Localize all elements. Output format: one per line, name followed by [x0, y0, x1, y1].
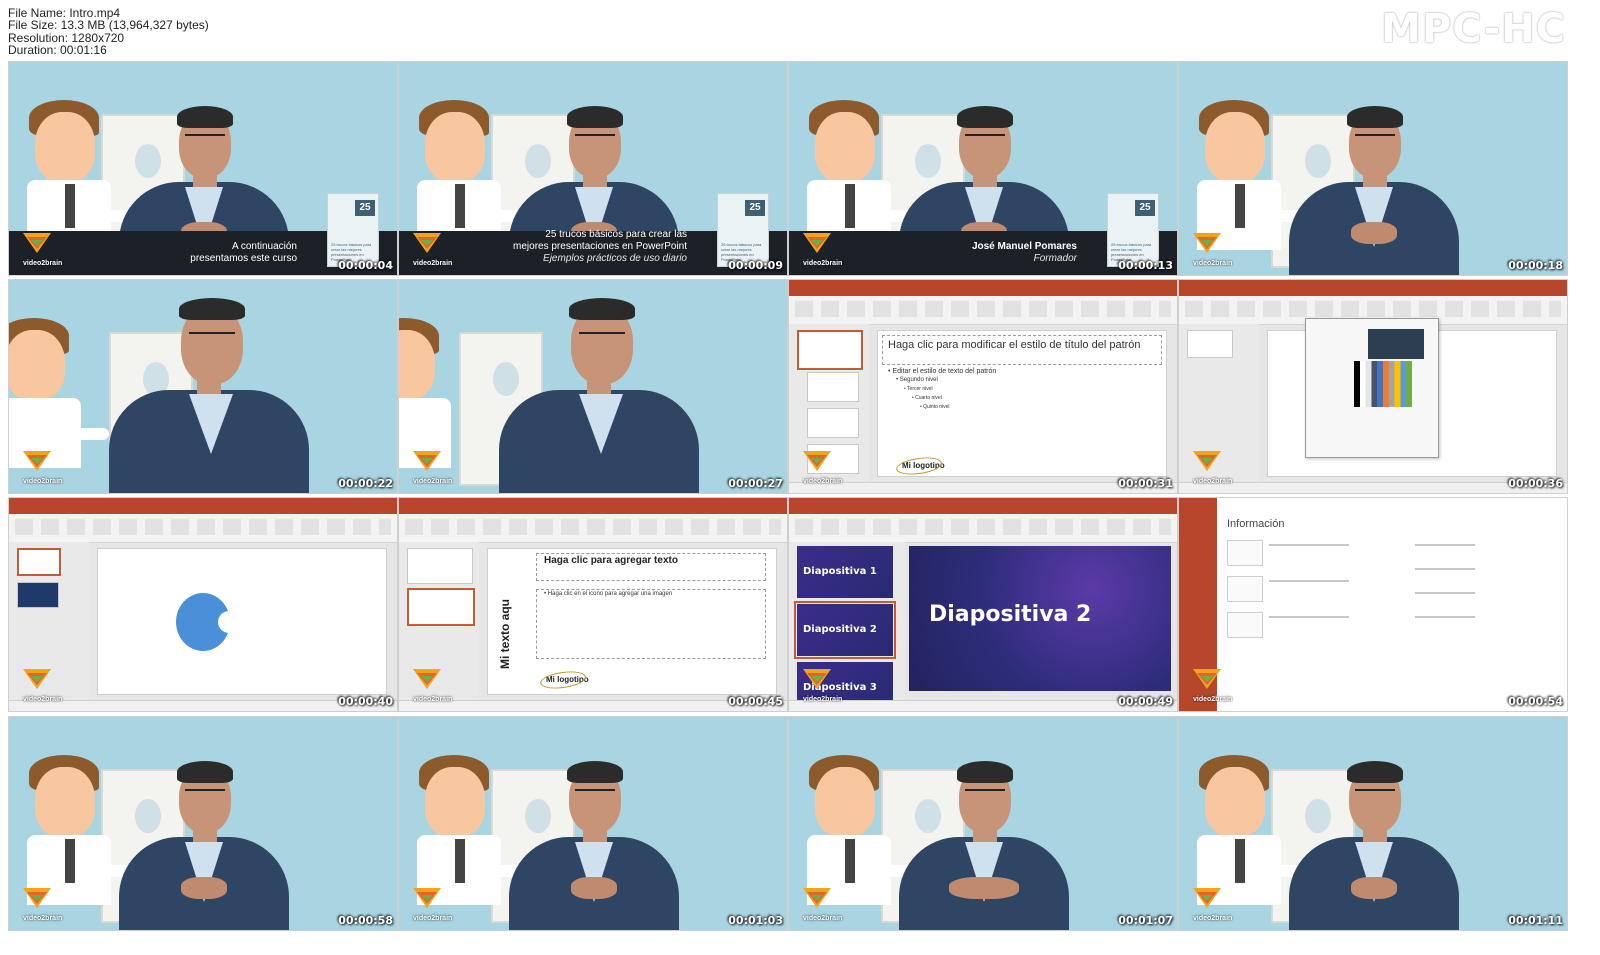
title-placeholder[interactable]: Haga clic para agregar texto [544, 555, 678, 566]
caption: 25 trucos básicos para crear las mejores … [513, 229, 687, 264]
logo-placeholder: Mi logotipo [546, 675, 589, 684]
timestamp: 00:00:09 [728, 259, 783, 272]
timestamp: 00:00:27 [728, 477, 783, 490]
video2brain-logo-icon: video2brain [21, 886, 62, 922]
video2brain-logo-icon: video2brain [801, 231, 842, 267]
video2brain-logo-icon: video2brain [801, 449, 842, 485]
manage-presentation-button[interactable] [1227, 612, 1263, 638]
powerpoint-window: Diapositiva 1 Diapositiva 2 Diapositiva … [789, 498, 1177, 711]
video2brain-logo-icon: video2brain [21, 231, 62, 267]
vertical-text[interactable]: Mi texto aqu [498, 599, 512, 669]
timestamp: 00:01:07 [1118, 914, 1173, 927]
thumbnail-6[interactable]: video2brain 00:00:27 [398, 279, 788, 494]
logo-placeholder: Mi logotipo [902, 461, 945, 470]
thumbnail-grid: A continuación presentamos este curso 25 2… [0, 0, 1600, 955]
timestamp: 00:01:03 [728, 914, 783, 927]
ribbon [789, 296, 1177, 325]
thumbnail-4[interactable]: video2brain 00:00:18 [1178, 61, 1568, 276]
course-card: 25 25 trucos básicos para crear las mejor… [327, 193, 379, 267]
video2brain-logo-icon: video2brain [411, 886, 452, 922]
thumbnail-15[interactable]: video2brain 00:01:07 [788, 716, 1178, 931]
image-placeholder-text[interactable]: • Haga clic en el icono para agregar una… [544, 591, 672, 597]
thumbnail-16[interactable]: video2brain 00:01:11 [1178, 716, 1568, 931]
thumbnail-9[interactable]: video2brain 00:00:40 [8, 497, 398, 712]
slide-canvas: Mi texto aqu Haga clic para agregar text… [487, 548, 777, 695]
caption: José Manuel Pomares Formador [971, 241, 1077, 264]
slide-thumb-2[interactable]: Diapositiva 2 [794, 601, 896, 659]
timestamp: 00:00:31 [1118, 477, 1173, 490]
info-title: Información [1227, 518, 1285, 530]
thumbnail-1[interactable]: A continuación presentamos este curso 25 2… [8, 61, 398, 276]
thumbnail-2[interactable]: 25 trucos básicos para crear las mejores … [398, 61, 788, 276]
thumbnail-10[interactable]: Mi texto aqu Haga clic para agregar text… [398, 497, 788, 712]
slide-canvas [97, 548, 387, 695]
video2brain-logo-icon: video2brain [411, 449, 452, 485]
video2brain-logo-icon: video2brain [1191, 231, 1232, 267]
thumbnail-3[interactable]: José Manuel Pomares Formador 25 25 trucos … [788, 61, 1178, 276]
video2brain-logo-icon: video2brain [411, 231, 452, 267]
timestamp: 00:00:49 [1118, 695, 1173, 708]
slide-bullets[interactable]: • Editar el estilo de texto del patrón •… [888, 367, 996, 412]
thumbnail-13[interactable]: video2brain 00:00:58 [8, 716, 398, 931]
timestamp: 00:00:58 [338, 914, 393, 927]
video2brain-logo-icon: video2brain [21, 449, 62, 485]
protect-presentation-button[interactable] [1227, 540, 1263, 566]
timestamp: 00:00:13 [1118, 259, 1173, 272]
timestamp: 00:00:45 [728, 695, 783, 708]
caption: A continuación presentamos este curso [190, 241, 297, 264]
timestamp: 00:00:22 [338, 477, 393, 490]
video2brain-logo-icon: video2brain [411, 667, 452, 703]
timestamp: 00:00:40 [338, 695, 393, 708]
thumbnail-14[interactable]: video2brain 00:01:03 [398, 716, 788, 931]
timestamp: 00:00:36 [1508, 477, 1563, 490]
video2brain-logo-icon: video2brain [1191, 667, 1232, 703]
video2brain-logo-icon: video2brain [801, 886, 842, 922]
color-dialog[interactable] [1305, 318, 1439, 458]
powerpoint-window: Mi texto aqu Haga clic para agregar text… [399, 498, 787, 711]
circle-shape[interactable] [176, 593, 240, 651]
video2brain-logo-icon: video2brain [1191, 886, 1232, 922]
timestamp: 00:01:11 [1508, 914, 1563, 927]
video2brain-logo-icon: video2brain [1191, 449, 1232, 485]
thumbnail-12[interactable]: Información video2brain 00:00:54 [1178, 497, 1568, 712]
timestamp: 00:00:18 [1508, 259, 1563, 272]
timestamp: 00:00:54 [1508, 695, 1563, 708]
thumbnail-11[interactable]: Diapositiva 1 Diapositiva 2 Diapositiva … [788, 497, 1178, 712]
video2brain-logo-icon: video2brain [21, 667, 62, 703]
slide-title[interactable]: Haga clic para modificar el estilo de tí… [888, 339, 1148, 351]
thumbnail-8[interactable]: video2brain 00:00:36 [1178, 279, 1568, 494]
color-palette[interactable] [1354, 361, 1412, 407]
video2brain-logo-icon: video2brain [801, 667, 842, 703]
slide-canvas: Diapositiva 2 [909, 546, 1171, 691]
powerpoint-window [1179, 280, 1567, 493]
powerpoint-window [9, 498, 397, 711]
inspect-presentation-button[interactable] [1227, 576, 1263, 602]
slide-canvas: Haga clic para modificar el estilo de tí… [877, 330, 1167, 477]
powerpoint-window: Haga clic para modificar el estilo de tí… [789, 280, 1177, 493]
thumbnail-7[interactable]: Haga clic para modificar el estilo de tí… [788, 279, 1178, 494]
thumbnail-5[interactable]: video2brain 00:00:22 [8, 279, 398, 494]
slide-thumb-1[interactable]: Diapositiva 1 [797, 546, 893, 598]
timestamp: 00:00:04 [338, 259, 393, 272]
